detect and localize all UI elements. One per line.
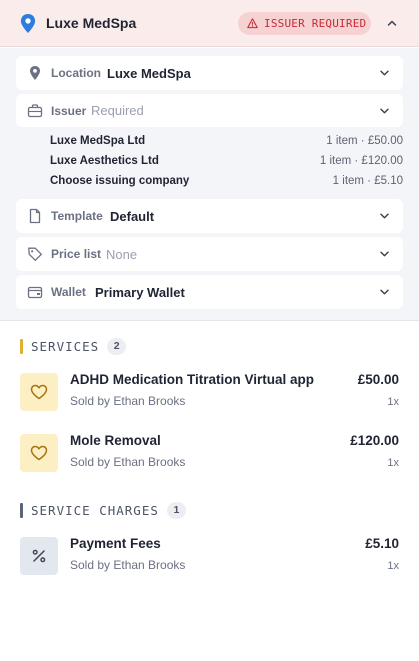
issuer-required-badge: ISSUER REQUIRED	[238, 12, 371, 35]
service-item[interactable]: Mole Removal Sold by Ethan Brooks £120.0…	[20, 433, 399, 478]
issuer-label: Issuer	[51, 103, 87, 118]
issuer-option[interactable]: Choose issuing company 1 item · £5.10	[50, 175, 403, 187]
issuer-option-name: Luxe Aesthetics Ltd	[50, 155, 159, 167]
location-value: Luxe MedSpa	[107, 65, 191, 81]
heart-icon	[30, 384, 48, 400]
wallet-value: Primary Wallet	[95, 284, 185, 300]
issuer-options-list: Luxe MedSpa Ltd 1 item · £50.00 Luxe Aes…	[16, 128, 403, 196]
sold-by-text: Sold by Ethan Brooks	[70, 394, 186, 408]
service-item[interactable]: ADHD Medication Titration Virtual app So…	[20, 372, 399, 417]
section-title: SERVICE CHARGES	[31, 502, 159, 518]
issuer-field[interactable]: Issuer Required	[16, 94, 403, 127]
map-pin-icon	[30, 66, 40, 80]
chevron-down-icon[interactable]	[380, 213, 389, 219]
location-field[interactable]: Location Luxe MedSpa	[16, 56, 403, 90]
service-charge-item[interactable]: Payment Fees Sold by Ethan Brooks £5.10 …	[20, 536, 399, 581]
warning-icon	[247, 18, 258, 29]
section-count-badge: 2	[107, 337, 127, 355]
price-list-field[interactable]: Price list None	[16, 237, 403, 271]
chevron-down-icon[interactable]	[380, 70, 389, 76]
issuer-option-meta: 1 item · £5.10	[332, 175, 403, 187]
issuer-option-name: Choose issuing company	[50, 175, 190, 187]
service-quantity: 1x	[387, 396, 399, 408]
section-accent-bar	[20, 502, 23, 518]
wallet-field[interactable]: Wallet Primary Wallet	[16, 275, 403, 309]
price-list-placeholder: None	[106, 246, 138, 262]
service-price: £50.00	[357, 372, 399, 387]
service-name: ADHD Medication Titration Virtual app	[70, 372, 315, 387]
sold-by-text: Sold by Ethan Brooks	[70, 558, 186, 572]
section-accent-bar	[20, 338, 23, 354]
service-charge-thumb	[20, 537, 58, 575]
issuer-placeholder: Required	[91, 103, 144, 118]
issuer-option[interactable]: Luxe MedSpa Ltd 1 item · £50.00	[50, 135, 403, 147]
issuer-option-meta: 1 item · £120.00	[319, 155, 403, 167]
badge-text: ISSUER REQUIRED	[264, 17, 367, 30]
heart-icon	[30, 445, 48, 461]
service-charge-price: £5.10	[365, 536, 399, 551]
template-value: Default	[110, 208, 155, 224]
issuer-option[interactable]: Luxe Aesthetics Ltd 1 item · £120.00	[50, 155, 403, 167]
sold-by-text: Sold by Ethan Brooks	[70, 455, 186, 469]
service-quantity: 1x	[387, 457, 399, 469]
service-price: £120.00	[350, 433, 399, 448]
service-charges-section-header: SERVICE CHARGES 1	[20, 501, 186, 519]
percent-icon	[32, 549, 46, 563]
chevron-down-icon[interactable]	[380, 289, 389, 295]
chevron-up-icon[interactable]	[387, 19, 397, 27]
section-count-badge: 1	[166, 501, 186, 519]
wallet-icon	[27, 286, 43, 299]
service-thumb	[20, 373, 58, 411]
location-title: Luxe MedSpa	[46, 15, 137, 31]
issuer-option-meta: 1 item · £50.00	[326, 135, 403, 147]
chevron-down-icon[interactable]	[380, 251, 389, 257]
service-thumb	[20, 434, 58, 472]
service-charge-name: Payment Fees	[70, 536, 161, 551]
briefcase-icon	[27, 103, 43, 117]
chevron-down-icon[interactable]	[380, 108, 389, 114]
service-name: Mole Removal	[70, 433, 161, 448]
template-field[interactable]: Template Default	[16, 199, 403, 233]
tag-icon	[28, 247, 42, 261]
service-charge-quantity: 1x	[387, 560, 399, 572]
services-section-header: SERVICES 2	[20, 337, 127, 355]
wallet-label: Wallet	[51, 285, 86, 299]
location-header[interactable]: Luxe MedSpa ISSUER REQUIRED	[0, 0, 419, 47]
price-list-label: Price list	[51, 247, 102, 261]
file-icon	[29, 208, 41, 224]
location-label: Location	[51, 66, 101, 80]
map-pin-icon	[20, 14, 36, 33]
issuer-option-name: Luxe MedSpa Ltd	[50, 135, 146, 147]
section-title: SERVICES	[31, 338, 100, 354]
template-label: Template	[51, 209, 103, 223]
